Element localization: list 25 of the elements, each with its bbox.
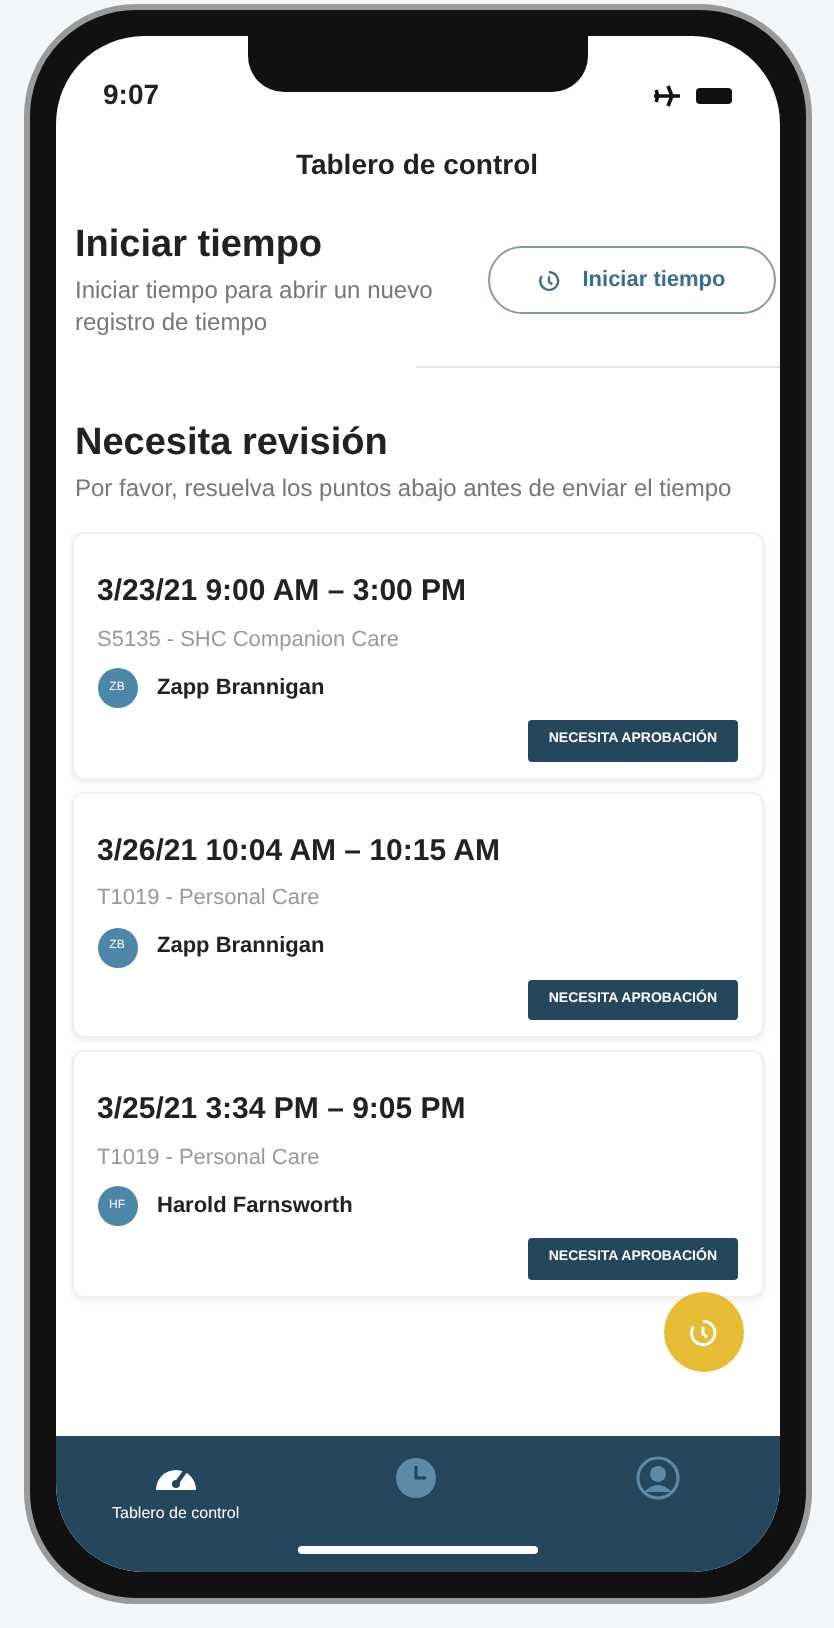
user-icon <box>636 1456 681 1500</box>
entry-person: Harold Farnsworth <box>157 1191 353 1222</box>
entry-person: Zapp Brannigan <box>157 932 325 963</box>
entry-time-range: 3/25/21 3:34 PM – 9:05 PM <box>97 1090 468 1130</box>
entry-service: T1019 - Personal Care <box>97 1143 322 1173</box>
entry-time-range: 3/26/21 10:04 AM – 10:15 AM <box>97 831 502 871</box>
screen-title: Tablero de control <box>295 146 539 184</box>
section-description: Iniciar tiempo para abrir un nuevo registro de tiempo <box>75 274 435 338</box>
start-time-button[interactable]: Iniciar tiempo <box>487 246 775 314</box>
timer-icon <box>536 267 563 293</box>
battery-icon <box>695 87 731 103</box>
entry-person: Zapp Brannigan <box>157 673 325 704</box>
timer-icon <box>686 1315 720 1349</box>
section-title: Necesita revisión <box>75 420 390 468</box>
tab[interactable]: Tablero de control <box>75 1456 276 1526</box>
entry-service: T1019 - Personal Care <box>97 884 322 914</box>
section-description: Por favor, resuelva los puntos abajo antes de enviar el tiempo <box>75 472 734 504</box>
entry-service: S5135 - SHC Companion Care <box>97 625 402 655</box>
timer-fab[interactable] <box>663 1292 743 1372</box>
airplane-icon <box>653 83 679 107</box>
tab-label: Tablero de control <box>112 1502 240 1526</box>
clock-icon <box>394 1456 439 1500</box>
entry-time-range: 3/23/21 9:00 AM – 3:00 PM <box>97 572 469 612</box>
status-time: 9:07 <box>103 76 160 114</box>
section-title: Iniciar tiempo <box>75 222 325 270</box>
